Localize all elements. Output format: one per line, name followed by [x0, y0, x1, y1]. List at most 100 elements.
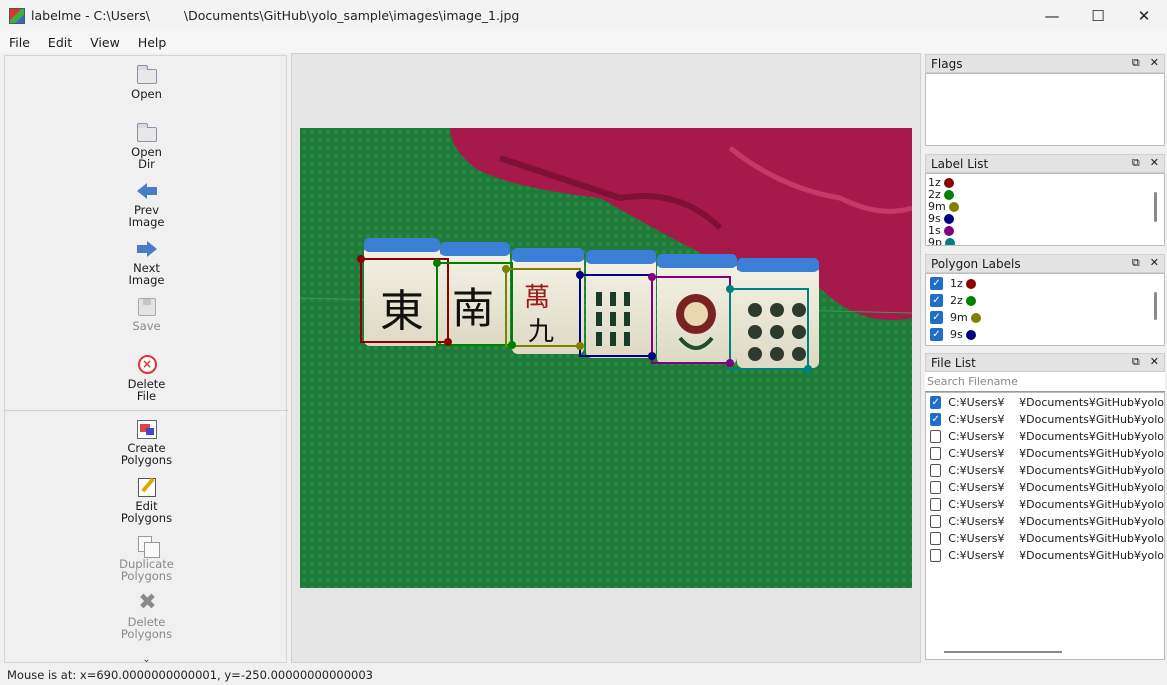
arrow-right-icon	[135, 238, 159, 260]
checkbox[interactable]	[930, 549, 942, 562]
file-row[interactable]: C:¥Users¥ ¥Documents¥GitHub¥yolo	[926, 479, 1164, 496]
menu-edit[interactable]: Edit	[39, 35, 81, 50]
checkbox[interactable]	[930, 447, 942, 460]
next-label-2: Image	[128, 273, 165, 287]
file-list-hscrollbar[interactable]	[944, 651, 1062, 653]
color-dot	[943, 226, 954, 236]
flags-list[interactable]	[925, 73, 1165, 146]
edit-polygons-button[interactable]: Edit Polygons	[5, 476, 288, 524]
polygon-labels-scrollbar[interactable]	[1154, 292, 1157, 320]
minimize-button[interactable]: —	[1029, 0, 1075, 31]
file-row[interactable]: ✓ C:¥Users¥ ¥Documents¥GitHub¥yolo	[926, 394, 1164, 411]
mouse-position-text: Mouse is at: x=690.0000000000001, y=-250…	[7, 668, 374, 682]
file-list[interactable]: ✓ C:¥Users¥ ¥Documents¥GitHub¥yolo ✓ C:¥Use…	[925, 392, 1165, 660]
file-list-dock: File List ⧉ ✕ Search Filename ✓ C:¥Users¥ ¥…	[925, 353, 1165, 660]
photo-image[interactable]: 東 南 萬 九	[300, 128, 912, 588]
duplicate-polygons-button[interactable]: Duplicate Polygons	[5, 534, 288, 582]
label-list-dock-title: Label List ⧉ ✕	[925, 154, 1165, 173]
checkbox[interactable]	[930, 481, 942, 494]
label-list[interactable]: 1z 2z 9m 9s 1s 9p	[925, 173, 1165, 246]
float-icon[interactable]: ⧉	[1132, 256, 1140, 270]
checkbox[interactable]	[930, 464, 942, 477]
checkbox[interactable]: ✓	[930, 345, 943, 346]
checkbox[interactable]	[930, 498, 942, 511]
color-dot	[965, 295, 976, 306]
close-icon[interactable]: ✕	[1150, 156, 1159, 170]
file-list-dock-title: File List ⧉ ✕	[925, 353, 1165, 372]
floppy-disk-icon	[135, 296, 159, 318]
menu-file[interactable]: File	[0, 35, 39, 50]
file-row[interactable]: ✓ C:¥Users¥ ¥Documents¥GitHub¥yolo	[926, 411, 1164, 428]
checkbox[interactable]	[930, 532, 942, 545]
delete-polygons-button[interactable]: ✖ Delete Polygons	[5, 592, 288, 641]
svg-text:萬: 萬	[524, 283, 550, 313]
list-item[interactable]: 1z	[926, 177, 1164, 189]
menu-view[interactable]: View	[81, 35, 129, 50]
create-polygons-button[interactable]: Create Polygons	[5, 418, 288, 466]
checkbox[interactable]: ✓	[930, 396, 942, 409]
flags-dock: Flags ⧉ ✕	[925, 54, 1165, 146]
checkbox[interactable]	[930, 515, 942, 528]
checkbox[interactable]	[930, 430, 942, 443]
list-item[interactable]: 9p	[926, 237, 1164, 245]
polygon-labels-dock: Polygon Labels ⧉ ✕ ✓1z ✓2z ✓9m ✓9s ✓1s	[925, 254, 1165, 346]
float-icon[interactable]: ⧉	[1132, 355, 1140, 369]
file-list-title-text: File List	[931, 355, 976, 370]
close-icon[interactable]: ✕	[1150, 256, 1159, 270]
file-row[interactable]: C:¥Users¥ ¥Documents¥GitHub¥yolo	[926, 428, 1164, 445]
edit-label-2: Polygons	[120, 511, 173, 525]
maximize-button[interactable]: ☐	[1075, 0, 1121, 31]
checkbox[interactable]: ✓	[930, 277, 943, 290]
list-item[interactable]: ✓ 9s	[926, 326, 1164, 343]
delete-circle-icon: ×	[135, 354, 159, 376]
menu-help[interactable]: Help	[129, 35, 176, 50]
checkbox[interactable]: ✓	[930, 413, 942, 426]
list-item[interactable]: ✓1s	[926, 343, 1164, 346]
open-dir-button[interactable]: Open Dir	[5, 122, 288, 170]
folder-icon	[135, 122, 159, 144]
create-polygon-icon	[135, 418, 159, 440]
list-item[interactable]: 9m	[926, 201, 1164, 213]
close-icon[interactable]: ✕	[1150, 56, 1159, 70]
polygon-labels-list[interactable]: ✓1z ✓2z ✓9m ✓9s ✓1s	[925, 273, 1165, 346]
flags-dock-title: Flags ⧉ ✕	[925, 54, 1165, 73]
list-item[interactable]: 1s	[926, 225, 1164, 237]
polygon-labels-dock-title: Polygon Labels ⧉ ✕	[925, 254, 1165, 273]
checkbox[interactable]: ✓	[930, 311, 943, 324]
float-icon[interactable]: ⧉	[1132, 156, 1140, 170]
svg-text:南: 南	[452, 284, 494, 333]
color-dot	[944, 238, 955, 245]
close-button[interactable]: ✕	[1121, 0, 1167, 31]
open-button[interactable]: Open	[5, 64, 288, 100]
file-row[interactable]: C:¥Users¥ ¥Documents¥GitHub¥yolo	[926, 496, 1164, 513]
file-row[interactable]: C:¥Users¥ ¥Documents¥GitHub¥yolo	[926, 445, 1164, 462]
checkbox[interactable]: ✓	[930, 294, 943, 307]
list-item[interactable]: ✓ 9m	[926, 309, 1164, 326]
file-row[interactable]: C:¥Users¥ ¥Documents¥GitHub¥yolo	[926, 513, 1164, 530]
label-list-dock: Label List ⧉ ✕ 1z 2z 9m 9s 1s 9p	[925, 154, 1165, 246]
label-list-scrollbar[interactable]	[1154, 192, 1157, 222]
image-canvas[interactable]: 東 南 萬 九	[291, 53, 921, 663]
float-icon[interactable]: ⧉	[1132, 56, 1140, 70]
list-item[interactable]: ✓ 2z	[926, 292, 1164, 309]
next-image-button[interactable]: Next Image	[5, 238, 288, 286]
delete-file-button[interactable]: × Delete File	[5, 354, 288, 402]
search-filename-input[interactable]: Search Filename	[925, 372, 1165, 392]
svg-text:東: 東	[380, 286, 424, 337]
list-item[interactable]: 9s	[926, 213, 1164, 225]
file-row[interactable]: C:¥Users¥ ¥Documents¥GitHub¥yolo	[926, 530, 1164, 547]
file-row[interactable]: C:¥Users¥ ¥Documents¥GitHub¥yolo	[926, 462, 1164, 479]
checkbox[interactable]: ✓	[930, 328, 943, 341]
close-icon[interactable]: ✕	[1150, 355, 1159, 369]
list-item[interactable]: 2z	[926, 189, 1164, 201]
more-tools-chevron-icon[interactable]: ⌄	[5, 654, 288, 665]
color-dot	[970, 312, 981, 323]
color-dot	[943, 214, 954, 224]
list-item[interactable]: ✓ 1z	[926, 275, 1164, 292]
arrow-left-icon	[135, 180, 159, 202]
save-button[interactable]: Save	[5, 296, 288, 332]
save-label: Save	[132, 319, 161, 333]
color-dot	[943, 178, 954, 188]
file-row[interactable]: C:¥Users¥ ¥Documents¥GitHub¥yolo	[926, 547, 1164, 564]
prev-image-button[interactable]: Prev Image	[5, 180, 288, 228]
